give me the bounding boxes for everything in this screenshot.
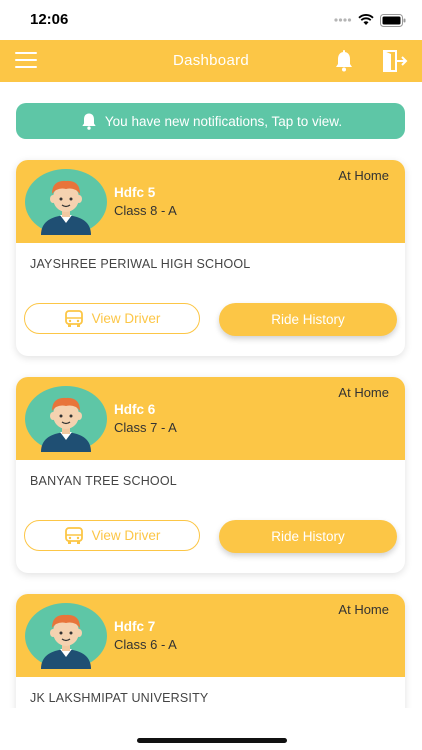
home-indicator [137,738,287,743]
wifi-icon [358,14,374,25]
student-class: Class 7 - A [114,420,177,435]
student-card: Hdfc 7 Class 6 - A At Home JK LAKSHMIPAT… [16,594,405,724]
avatar-boy-icon [25,386,107,452]
page-title: Dashboard [172,52,250,69]
status-badge: At Home [338,168,389,183]
ride-history-button[interactable]: Ride History [219,520,397,553]
status-bar: 12:06 [0,0,422,40]
student-card-header: Hdfc 5 Class 8 - A At Home [16,160,405,243]
student-class: Class 6 - A [114,637,177,652]
view-driver-button[interactable]: View Driver [24,520,200,551]
school-name: JK LAKSHMIPAT UNIVERSITY [30,691,209,705]
bell-icon[interactable] [332,49,356,73]
school-name: JAYSHREE PERIWAL HIGH SCHOOL [30,257,251,271]
student-name: Hdfc 5 [114,185,156,200]
bus-icon [64,526,83,544]
view-driver-label: View Driver [91,311,161,326]
bus-icon [64,309,83,327]
battery-icon [380,13,406,27]
student-card-header: Hdfc 6 Class 7 - A At Home [16,377,405,460]
ride-history-label: Ride History [271,312,345,327]
ride-history-label: Ride History [271,529,345,544]
ride-history-button[interactable]: Ride History [219,303,397,336]
student-name: Hdfc 6 [114,402,156,417]
notification-text: You have new notifications, Tap to view. [104,113,343,129]
app-header: Dashboard [0,40,422,82]
status-badge: At Home [338,602,389,617]
avatar-boy-icon [25,169,107,235]
avatar-boy-icon [25,603,107,669]
student-card: Hdfc 6 Class 7 - A At Home BANYAN TREE S… [16,377,405,573]
notification-banner[interactable]: You have new notifications, Tap to view. [16,103,405,139]
bell-icon [82,113,96,130]
status-time: 12:06 [30,11,69,28]
view-driver-button[interactable]: View Driver [24,303,200,334]
signal-icon [334,18,352,22]
student-card-header: Hdfc 7 Class 6 - A At Home [16,594,405,677]
student-class: Class 8 - A [114,203,177,218]
view-driver-label: View Driver [91,528,161,543]
student-card: Hdfc 5 Class 8 - A At Home JAYSHREE PERI… [16,160,405,356]
bottom-area [0,708,422,750]
school-name: BANYAN TREE SCHOOL [30,474,177,488]
status-icons [334,12,406,28]
status-badge: At Home [338,385,389,400]
student-name: Hdfc 7 [114,619,156,634]
logout-icon[interactable] [382,49,408,73]
